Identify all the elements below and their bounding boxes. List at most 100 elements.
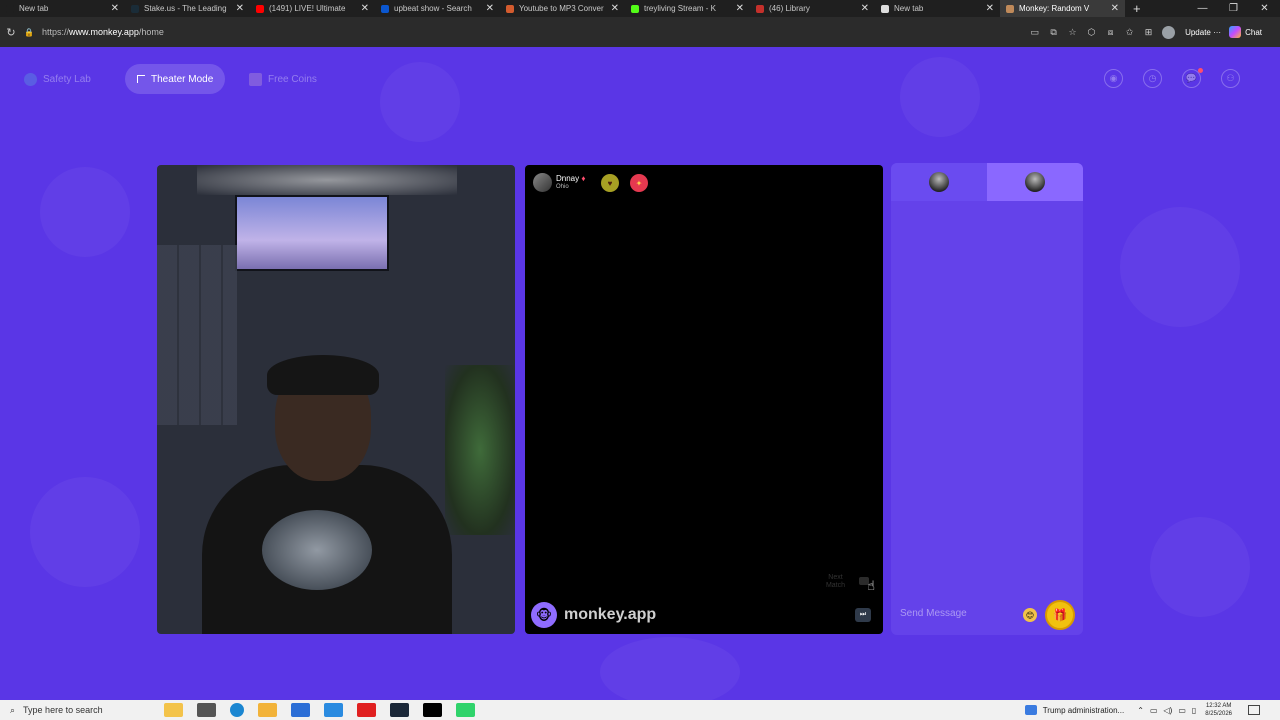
- chat-tab-self[interactable]: [891, 163, 987, 201]
- browser-tab[interactable]: treyliving Stream - K ✕: [625, 0, 750, 17]
- tab-title: Stake.us - The Leading: [144, 4, 227, 13]
- chevron-up-icon[interactable]: ⌃: [1137, 706, 1144, 715]
- search-placeholder: Type here to search: [23, 705, 103, 715]
- tab-title: Youtube to MP3 Conver: [519, 4, 604, 13]
- peer-info[interactable]: Dnnay ♦ Ohio: [533, 173, 585, 192]
- tab-title: New tab: [894, 4, 924, 13]
- tab-title: treyliving Stream - K: [644, 4, 717, 13]
- background-bubble: [1150, 517, 1250, 617]
- tab-close-icon[interactable]: ✕: [111, 3, 119, 14]
- copilot-chat-button[interactable]: Chat: [1229, 26, 1262, 38]
- next-match-label: Next Match: [825, 574, 845, 589]
- new-tab-plus-icon[interactable]: +: [1133, 1, 1141, 16]
- url-path: /home: [138, 27, 164, 37]
- profile-avatar[interactable]: [1162, 25, 1176, 39]
- split-screen-icon[interactable]: ⧈: [1101, 27, 1120, 38]
- display-icon[interactable]: ▭: [1178, 706, 1186, 715]
- file-explorer-icon[interactable]: [258, 703, 277, 717]
- steam-icon[interactable]: [390, 703, 409, 717]
- edge-icon[interactable]: [230, 703, 244, 717]
- browser-tab[interactable]: Monkey: Random V ✕: [1000, 0, 1125, 17]
- restore-icon[interactable]: ❐: [1218, 0, 1249, 17]
- browser-tab[interactable]: Stake.us - The Leading ✕: [125, 0, 250, 17]
- mail-icon[interactable]: [324, 703, 343, 717]
- favorites-icon[interactable]: ✩: [1120, 27, 1139, 38]
- video-chat-stage: Dnnay ♦ Ohio ♥ ✦ Next Match ☝ ⏭ 🐵 monkey.…: [152, 160, 1084, 640]
- minimize-icon[interactable]: —: [1187, 0, 1218, 17]
- theater-mode-button[interactable]: Theater Mode: [125, 64, 226, 94]
- browser-tab[interactable]: New tab ✕: [0, 0, 125, 17]
- ceiling-light: [197, 165, 457, 195]
- heart-icon[interactable]: ♥: [601, 174, 619, 192]
- favorite-star-icon[interactable]: ☆: [1063, 27, 1082, 38]
- peer-gift-icon[interactable]: ✦: [630, 174, 648, 192]
- news-headline: Trump administration...: [1042, 705, 1125, 715]
- tab-close-icon[interactable]: ✕: [361, 3, 369, 14]
- emoji-icon[interactable]: 😊: [1023, 608, 1037, 622]
- volume-icon[interactable]: ◁): [1164, 706, 1173, 715]
- windows-taskbar: ⌕ Type here to search Trump administrati…: [0, 700, 1280, 720]
- chat-tab-peer[interactable]: [987, 163, 1083, 201]
- tab-close-icon[interactable]: ✕: [486, 3, 494, 14]
- store-icon[interactable]: [291, 703, 310, 717]
- free-coins-link[interactable]: Free Coins: [249, 64, 317, 94]
- app-icon[interactable]: [456, 703, 475, 717]
- taskbar-clock[interactable]: 12:32 AM 8/25/2026: [1205, 702, 1232, 718]
- friends-icon[interactable]: ⚇: [1221, 69, 1240, 88]
- tab-close-icon[interactable]: ✕: [861, 3, 869, 14]
- task-view-icon[interactable]: [197, 703, 216, 717]
- browser-tab[interactable]: upbeat show - Search ✕: [375, 0, 500, 17]
- remote-video-feed: Dnnay ♦ Ohio ♥ ✦ Next Match ☝ ⏭ 🐵 monkey.…: [525, 165, 883, 634]
- url-field[interactable]: 🔒 https://www.monkey.app/home: [24, 21, 164, 43]
- peer-avatar-tab: [1025, 172, 1045, 192]
- battery-icon[interactable]: ▯: [1192, 706, 1196, 715]
- lock-icon: 🔒: [24, 27, 34, 37]
- history-clock-icon[interactable]: ◷: [1143, 69, 1162, 88]
- self-avatar: [929, 172, 949, 192]
- browser-tab[interactable]: New tab ✕: [875, 0, 1000, 17]
- expand-icon: [137, 75, 145, 83]
- read-mode-icon[interactable]: ⧉: [1044, 27, 1063, 38]
- collections-icon[interactable]: ⊞: [1139, 27, 1158, 38]
- tab-close-icon[interactable]: ✕: [1111, 3, 1119, 14]
- notification-icon[interactable]: [1248, 705, 1260, 715]
- obs-icon[interactable]: [423, 703, 442, 717]
- browser-tab[interactable]: (46) Library ✕: [750, 0, 875, 17]
- tab-favicon-icon: [381, 4, 389, 13]
- send-message-input[interactable]: Send Message: [900, 608, 967, 619]
- youtube-icon[interactable]: [357, 703, 376, 717]
- tab-favicon-icon: [131, 4, 139, 13]
- tab-close-icon[interactable]: ✕: [986, 3, 994, 14]
- tab-close-icon[interactable]: ✕: [736, 3, 744, 14]
- widgets-icon[interactable]: [164, 703, 183, 717]
- network-icon[interactable]: ▭: [1150, 706, 1158, 715]
- skip-button[interactable]: ⏭: [855, 608, 871, 622]
- tab-close-icon[interactable]: ✕: [236, 3, 244, 14]
- peer-badge-icon: ♦: [581, 173, 586, 183]
- local-camera-feed: [157, 165, 515, 634]
- reload-icon[interactable]: ↻: [0, 26, 22, 39]
- safety-lab-link[interactable]: Safety Lab: [24, 64, 91, 94]
- safety-lab-label: Safety Lab: [43, 73, 91, 85]
- news-widget[interactable]: Trump administration...: [1024, 705, 1125, 715]
- url-scheme: https://: [41, 27, 69, 37]
- clock-time: 12:32 AM: [1205, 703, 1232, 709]
- copilot-icon: [1229, 26, 1242, 38]
- update-button[interactable]: Update ···: [1185, 28, 1221, 37]
- messages-icon[interactable]: 💬: [1182, 68, 1203, 88]
- theater-mode-label: Theater Mode: [151, 73, 214, 85]
- profile-icon[interactable]: ◉: [1104, 69, 1123, 88]
- tab-title: (46) Library: [769, 4, 810, 13]
- tab-close-icon[interactable]: ✕: [611, 3, 619, 14]
- url-host: www.monkey.app: [68, 27, 139, 37]
- extensions-icon[interactable]: ⬡: [1082, 27, 1101, 38]
- close-window-icon[interactable]: ✕: [1249, 0, 1280, 17]
- taskbar-search[interactable]: ⌕ Type here to search: [0, 700, 150, 720]
- address-bar: ↻ 🔒 https://www.monkey.app/home ▭ ⧉ ☆ ⬡ …: [0, 17, 1280, 47]
- browser-tab-strip: New tab ✕ Stake.us - The Leading ✕ (1491) LI…: [0, 0, 1280, 17]
- browser-tab[interactable]: (1491) LIVE! Ultimate ✕: [250, 0, 375, 17]
- camera-icon[interactable]: ▭: [1025, 27, 1044, 38]
- tab-favicon-icon: [506, 4, 514, 13]
- gift-button[interactable]: 🎁: [1045, 600, 1075, 630]
- browser-tab[interactable]: Youtube to MP3 Conver ✕: [500, 0, 625, 17]
